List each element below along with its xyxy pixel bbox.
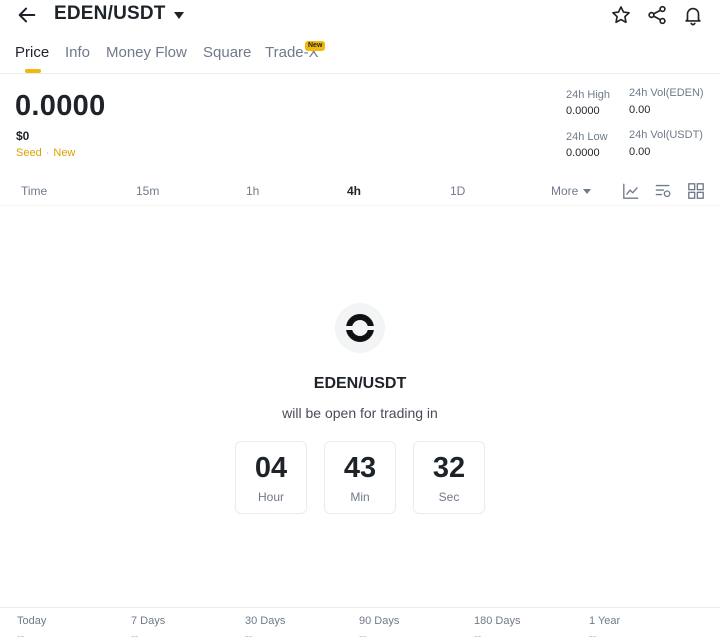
pair-name: EDEN/USDT — [54, 3, 166, 24]
countdown-seconds-value: 32 — [432, 452, 466, 484]
back-arrow-icon[interactable] — [16, 4, 38, 26]
caret-down-icon — [173, 11, 184, 19]
countdown-seconds: 32 Sec — [413, 441, 485, 514]
timeframe-4h[interactable]: 4h — [347, 184, 361, 198]
active-tab-indicator — [25, 69, 41, 73]
countdown-hours-unit: Hour — [257, 490, 284, 504]
low-value: 0.0000 — [566, 147, 600, 159]
tab-price[interactable]: Price — [15, 44, 49, 61]
pair-selector[interactable]: EDEN/USDT — [54, 3, 184, 25]
perf-90d-label: 90 Days — [359, 615, 400, 627]
perf-1y-value: -- — [589, 631, 597, 637]
tag-seed[interactable]: Seed — [16, 147, 42, 159]
perf-30d-value: -- — [245, 631, 253, 637]
tab-info[interactable]: Info — [65, 44, 90, 61]
timeframe-1d[interactable]: 1D — [450, 184, 465, 198]
eden-logo-icon — [345, 314, 375, 342]
countdown-hours: 04 Hour — [235, 441, 307, 514]
caret-down-icon — [583, 188, 592, 194]
line-chart-icon[interactable] — [622, 182, 640, 200]
star-icon[interactable] — [610, 4, 632, 26]
countdown-minutes-value: 43 — [343, 452, 377, 484]
countdown-minutes: 43 Min — [324, 441, 396, 514]
timeframe-15m[interactable]: 15m — [136, 184, 159, 198]
perf-1y-label: 1 Year — [589, 615, 621, 627]
indicator-settings-icon[interactable] — [654, 182, 672, 200]
timeframe-more[interactable]: More — [551, 184, 592, 198]
high-label: 24h High — [566, 89, 611, 101]
vol-quote-value: 0.00 — [629, 146, 651, 158]
countdown-hours-value: 04 — [254, 452, 288, 484]
grid-layout-icon[interactable] — [687, 182, 705, 200]
countdown-seconds-unit: Sec — [438, 490, 460, 504]
high-value: 0.0000 — [566, 105, 600, 117]
performance-row: Today -- 7 Days -- 30 Days -- 90 Days --… — [0, 607, 720, 637]
token-tags: Seed · New — [16, 147, 75, 159]
launch-pair-title: EDEN/USDT — [313, 375, 407, 392]
bell-icon[interactable] — [682, 4, 704, 26]
perf-30d-label: 30 Days — [245, 615, 286, 627]
vol-base-value: 0.00 — [629, 104, 651, 116]
timeframe-1h[interactable]: 1h — [246, 184, 259, 198]
perf-180d-value: -- — [474, 631, 482, 637]
price-usd: $0 — [16, 129, 30, 143]
more-label: More — [551, 184, 579, 198]
perf-7d-value: -- — [131, 631, 139, 637]
top-bar: EDEN/USDT — [0, 0, 720, 32]
perf-today-label: Today — [17, 615, 47, 627]
launch-subtitle: will be open for trading in — [282, 405, 438, 421]
perf-180d-label: 180 Days — [474, 615, 521, 627]
timeframe-time[interactable]: Time — [21, 184, 47, 198]
tab-money-flow[interactable]: Money Flow — [106, 44, 187, 61]
new-badge: New — [305, 41, 326, 51]
token-logo — [335, 303, 385, 353]
countdown-minutes-unit: Min — [350, 490, 370, 504]
vol-base-label: 24h Vol(EDEN) — [629, 87, 704, 99]
perf-today-value: -- — [17, 631, 25, 637]
low-label: 24h Low — [566, 131, 608, 143]
tag-new[interactable]: New — [53, 147, 75, 159]
perf-7d-label: 7 Days — [131, 615, 166, 627]
tab-square[interactable]: Square — [203, 44, 251, 61]
timeframe-bar: Time 15m 1h 4h 1D More — [0, 176, 720, 206]
main-tabs: Price Info Money Flow Square Trade-X New — [0, 36, 720, 74]
share-icon[interactable] — [646, 4, 668, 26]
tag-separator: · — [45, 147, 50, 159]
perf-90d-value: -- — [359, 631, 367, 637]
vol-quote-label: 24h Vol(USDT) — [629, 129, 703, 141]
last-price: 0.0000 — [15, 90, 106, 122]
